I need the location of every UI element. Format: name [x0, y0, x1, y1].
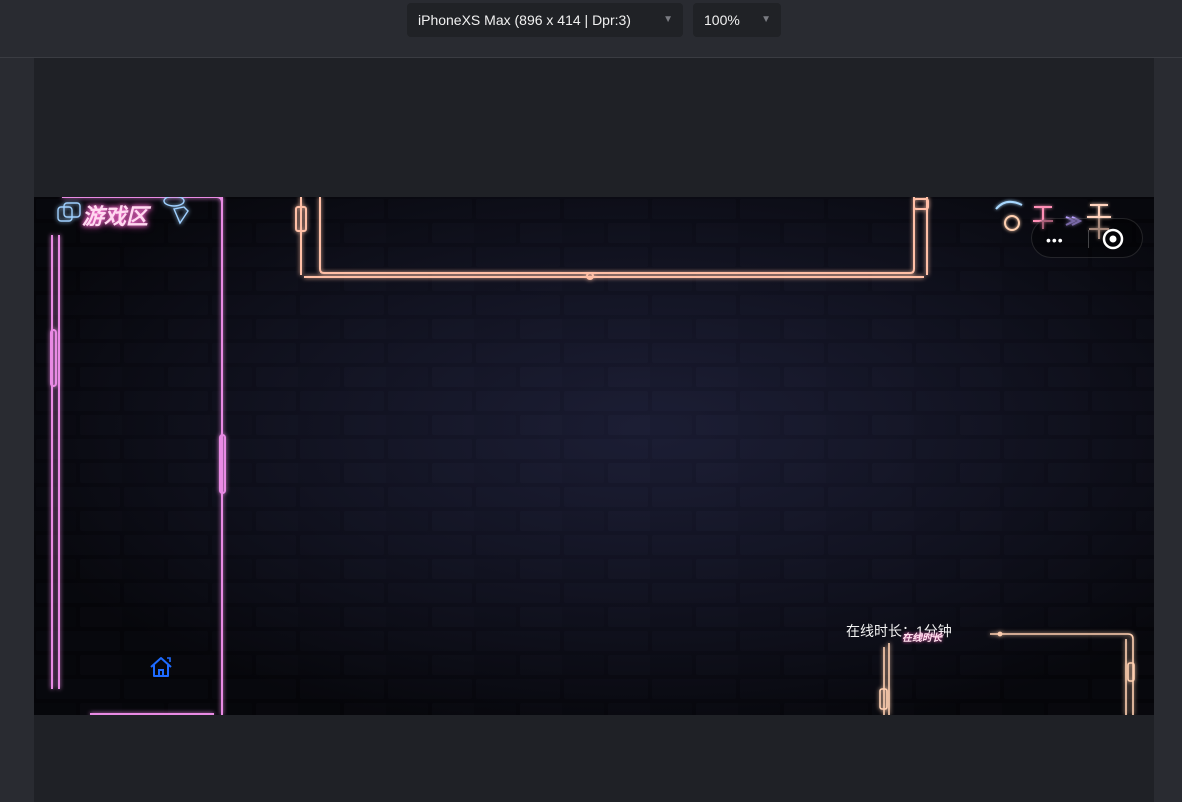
- home-icon[interactable]: [148, 654, 174, 680]
- target-icon[interactable]: [1102, 228, 1124, 250]
- mini-program-capsule: •••: [1031, 218, 1143, 258]
- devtools-toolbar: iPhoneXS Max (896 x 414 | Dpr:3) ▼ 100% …: [0, 0, 1182, 58]
- chevron-down-icon: ▼: [761, 14, 771, 25]
- game-area-title: 游戏区: [82, 204, 149, 229]
- device-select-label: iPhoneXS Max (896 x 414 | Dpr:3): [418, 12, 631, 28]
- stage-top-blank: [34, 58, 1154, 197]
- more-dots-icon[interactable]: •••: [1046, 232, 1064, 248]
- frame-right-gutter: [1154, 58, 1182, 802]
- device-viewport: 游戏区 ••• 在线时长：1分钟 在线时长: [34, 197, 1154, 715]
- device-select[interactable]: iPhoneXS Max (896 x 414 | Dpr:3) ▼: [407, 3, 683, 37]
- zoom-select-label: 100%: [704, 12, 740, 28]
- brick-wall-background: [34, 197, 1154, 715]
- capsule-separator: [1088, 230, 1089, 248]
- stage-bottom-blank: [34, 715, 1154, 802]
- frame-left-gutter: [0, 58, 34, 802]
- zoom-select[interactable]: 100% ▼: [693, 3, 781, 37]
- chevron-down-icon: ▼: [663, 14, 673, 25]
- online-time-badge: 在线时长: [902, 633, 942, 644]
